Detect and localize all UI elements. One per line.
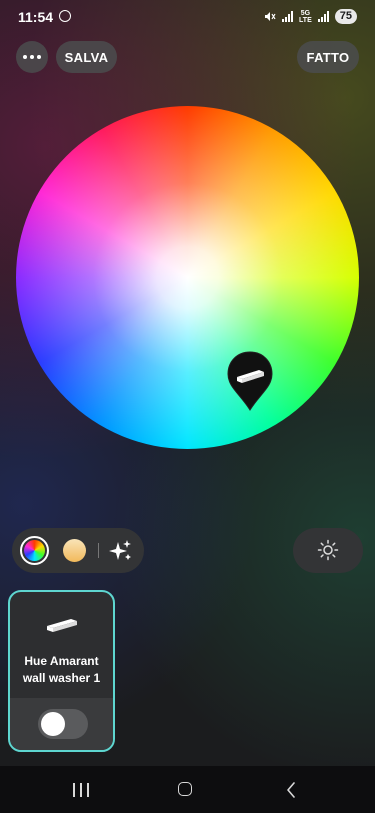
ellipsis-icon	[23, 55, 41, 59]
whatsapp-notification-icon	[59, 10, 71, 22]
color-wheel-swatch[interactable]	[20, 536, 49, 565]
save-button[interactable]: SALVA	[56, 41, 117, 73]
light-card-footer	[10, 698, 113, 750]
light-name: Hue Amarant wall washer 1	[22, 654, 101, 685]
recents-icon[interactable]	[73, 783, 89, 797]
light-card-header: Hue Amarant wall washer 1	[10, 592, 113, 698]
light-position-marker[interactable]	[226, 350, 274, 412]
battery-indicator: 75	[334, 9, 357, 24]
mute-icon	[265, 12, 276, 21]
status-bar: 11:54 5G LTE 75	[0, 0, 375, 34]
color-wheel[interactable]	[16, 106, 359, 449]
light-card[interactable]: Hue Amarant wall washer 1	[8, 590, 115, 752]
status-time: 11:54	[18, 9, 54, 25]
back-icon[interactable]	[285, 782, 297, 798]
sparkle-icon[interactable]	[108, 538, 134, 564]
brightness-button[interactable]	[293, 528, 363, 573]
signal-icon-2	[317, 11, 329, 22]
system-nav-bar	[0, 766, 375, 813]
network-type: 5G LTE	[299, 9, 312, 24]
light-bar-icon	[47, 619, 77, 632]
system-icons: 5G LTE 75	[264, 9, 357, 24]
divider	[98, 543, 99, 558]
sun-icon	[317, 539, 339, 561]
done-button[interactable]: FATTO	[297, 41, 359, 73]
light-power-toggle[interactable]	[38, 709, 88, 739]
toggle-knob	[41, 712, 65, 736]
home-icon[interactable]	[178, 782, 192, 796]
more-options-button[interactable]	[16, 41, 48, 73]
warm-white-swatch[interactable]	[63, 539, 86, 562]
color-mode-selector	[12, 528, 144, 573]
signal-icon-1	[282, 11, 294, 22]
